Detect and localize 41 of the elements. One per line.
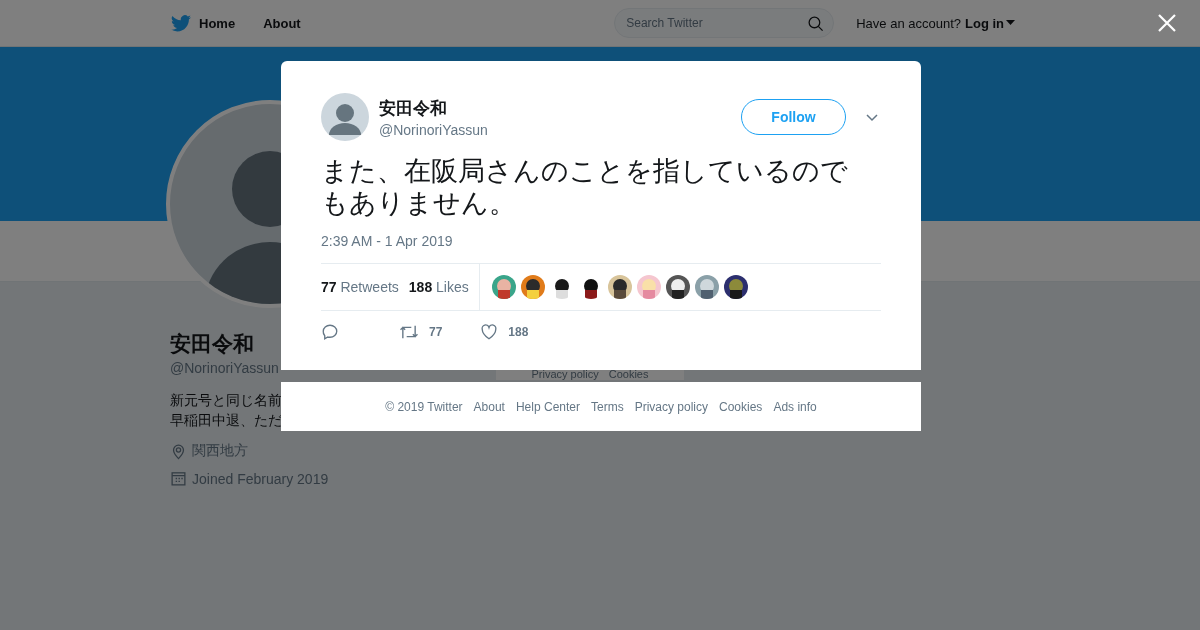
retweet-button[interactable]: 77 [399, 323, 443, 341]
footer-link[interactable]: Ads info [773, 399, 817, 414]
profile-handle: @NorinoriYassun [170, 360, 279, 376]
calendar-icon [170, 470, 187, 487]
account-prompt: Have an account? [856, 15, 961, 31]
close-icon [1158, 14, 1176, 32]
profile-location: 関西地方 [192, 442, 248, 460]
sidebar-link[interactable]: Privacy policy [531, 369, 599, 380]
sidebar-link[interactable]: Cookies [608, 369, 649, 380]
like-button[interactable]: 188 [480, 323, 529, 341]
search-icon [807, 15, 825, 32]
profile-name: 安田令和 [170, 331, 254, 357]
login-link[interactable]: Log in [965, 15, 1015, 31]
footer-link[interactable]: © 2019 Twitter [385, 399, 463, 414]
bio-line: 新元号と同じ名前 [170, 391, 282, 410]
footer-link[interactable]: Cookies [719, 399, 763, 414]
reply-icon [321, 323, 339, 341]
joined-date: Joined February 2019 [192, 470, 329, 487]
nav-link[interactable]: Home [171, 14, 236, 32]
nav-link[interactable]: About [263, 15, 301, 31]
retweet-icon [399, 323, 419, 341]
reply-button[interactable] [321, 323, 339, 341]
location-icon [170, 442, 187, 460]
bio-line: 早稲田中退、ただ [170, 411, 282, 430]
follow-button[interactable]: Follow [741, 99, 846, 135]
footer-link[interactable]: Privacy policy [634, 399, 708, 414]
footer-link[interactable]: About [473, 399, 505, 414]
bird-icon [171, 14, 191, 32]
footer-link[interactable]: Terms [591, 399, 624, 414]
tweet-text: また、在阪局さんのことを指しているのでもありません。 [321, 155, 849, 219]
caret-icon [1006, 20, 1015, 26]
search-field[interactable]: Search Twitter [614, 8, 835, 38]
footer-link[interactable]: Help Center [515, 399, 580, 414]
like-count[interactable]: 188 Likes [408, 279, 469, 295]
author-handle: @NorinoriYassun [379, 121, 488, 138]
heart-icon [480, 323, 499, 341]
author-name: 安田令和 [379, 97, 448, 120]
tweet-time: 2:39 AM - 1 Apr 2019 [321, 233, 454, 249]
retweet-count[interactable]: 77 Retweets [321, 279, 399, 295]
close-button[interactable] [1156, 12, 1178, 34]
avatar-icon [321, 93, 369, 141]
